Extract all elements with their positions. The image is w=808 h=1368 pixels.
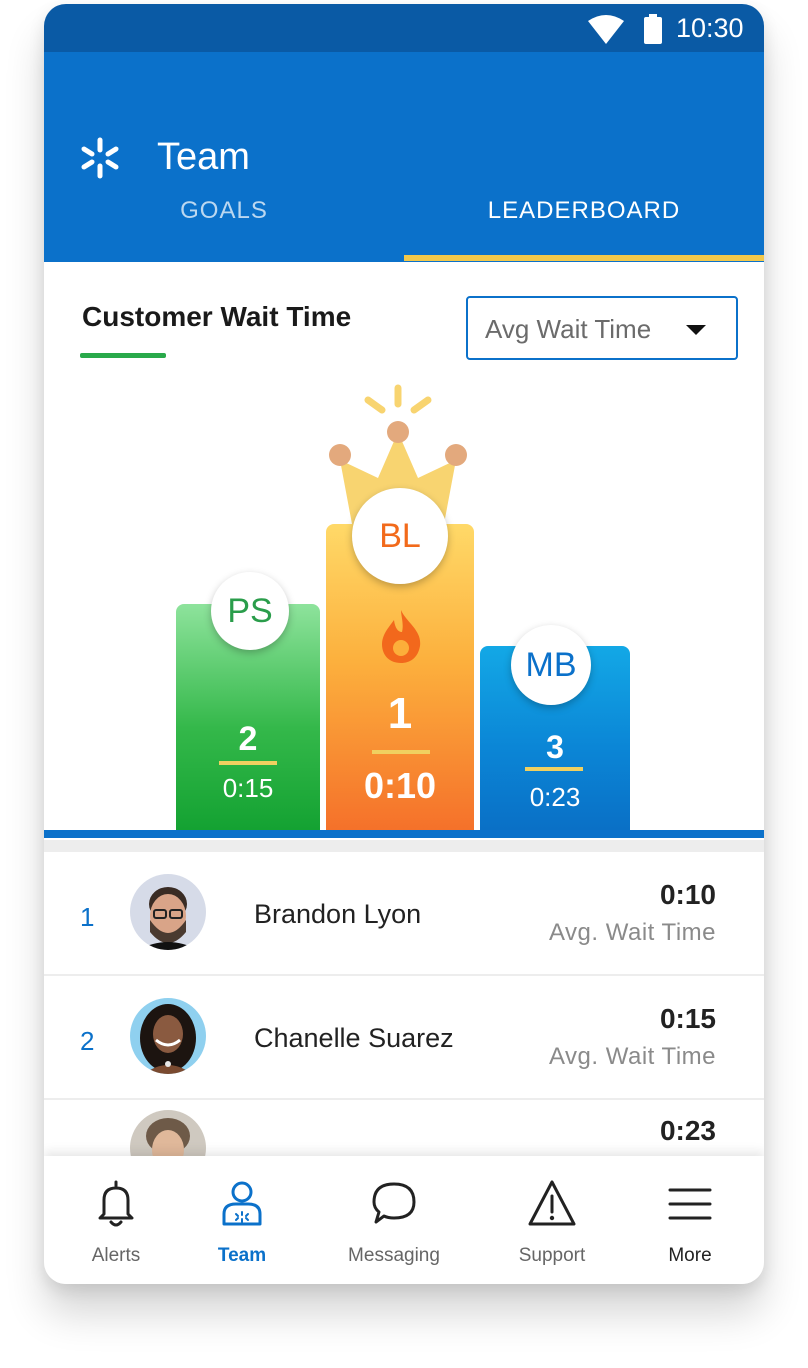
podium-time-3: 0:23 <box>529 782 581 812</box>
nav-label: Support <box>518 1245 586 1266</box>
list-item-value: 0:23 <box>659 1115 716 1146</box>
tab-indicator <box>404 255 764 261</box>
podium-time-2: 0:15 <box>222 773 274 803</box>
metric-underline <box>80 353 166 358</box>
team-icon <box>222 1181 262 1226</box>
status-time: 10:30 <box>676 13 744 43</box>
nav-label: More <box>668 1245 712 1266</box>
list-item-subtitle: Avg. Wait Time <box>548 919 716 946</box>
leaderboard-list: 1 Brandon Lyon 0:10 Avg. Wait Time 2 Cha… <box>44 840 764 1222</box>
bell-icon <box>98 1180 134 1227</box>
metric-title: Customer Wait Time <box>82 301 352 332</box>
spark-icon <box>81 137 119 179</box>
nav-support[interactable]: Support <box>480 1156 624 1284</box>
podium-divider-2 <box>219 761 277 765</box>
list-item-value: 0:10 <box>659 879 716 910</box>
nav-label: Messaging <box>348 1245 440 1266</box>
podium-avatar-1[interactable]: BL <box>352 488 448 584</box>
warning-icon <box>528 1180 576 1226</box>
list-item-value: 0:15 <box>659 1003 716 1034</box>
podium-avatar-2[interactable]: PS <box>211 572 289 650</box>
podium-divider-3 <box>525 767 583 771</box>
metric-dropdown[interactable]: Avg Wait Time <box>466 296 738 360</box>
list-item[interactable]: 1 Brandon Lyon 0:10 Avg. Wait Time <box>44 852 764 974</box>
menu-icon <box>668 1188 712 1220</box>
nav-label: Team <box>217 1245 267 1266</box>
dropdown-value: Avg Wait Time <box>485 314 652 344</box>
battery-icon <box>644 14 662 44</box>
avatar <box>130 874 206 950</box>
status-bar: 10:30 <box>44 4 764 52</box>
list-item-subtitle: Avg. Wait Time <box>548 1043 716 1070</box>
wifi-icon <box>588 15 624 44</box>
podium-base <box>44 830 764 838</box>
list-item-name: Chanelle Suarez <box>254 1023 454 1053</box>
app-header: Team <box>44 52 764 262</box>
podium-rank-1: 1 <box>387 689 413 738</box>
chevron-down-icon <box>686 325 706 335</box>
avatar <box>130 998 206 1074</box>
phone-screen: 10:30 Team GOALS LEADERBOARD Customer Wa… <box>44 4 764 1284</box>
list-item-rank: 1 <box>80 902 95 932</box>
nav-label: Alerts <box>91 1245 141 1266</box>
podium-time-1: 0:10 <box>363 765 437 806</box>
nav-team[interactable]: Team <box>170 1156 314 1284</box>
podium: PS BL MB 2 0:15 1 0:10 3 0:23 <box>44 374 764 840</box>
list-item[interactable]: 2 Chanelle Suarez 0:15 Avg. Wait Time <box>44 976 764 1098</box>
nav-messaging[interactable]: Messaging <box>322 1156 466 1284</box>
flame-icon <box>382 610 421 663</box>
tab-goals[interactable]: GOALS <box>44 194 404 228</box>
nav-more[interactable]: More <box>618 1156 762 1284</box>
bottom-nav: Alerts Team Messaging Support More <box>44 1156 764 1284</box>
page-title: Team <box>157 136 250 178</box>
podium-avatar-3[interactable]: MB <box>511 625 591 705</box>
podium-rank-2: 2 <box>238 720 258 758</box>
tab-leaderboard[interactable]: LEADERBOARD <box>404 194 764 228</box>
podium-rank-3: 3 <box>546 729 564 765</box>
list-item-name: Brandon Lyon <box>254 899 422 929</box>
podium-divider-1 <box>372 750 430 754</box>
chat-icon <box>372 1182 416 1224</box>
nav-alerts[interactable]: Alerts <box>44 1156 188 1284</box>
list-item-rank: 2 <box>80 1026 95 1056</box>
